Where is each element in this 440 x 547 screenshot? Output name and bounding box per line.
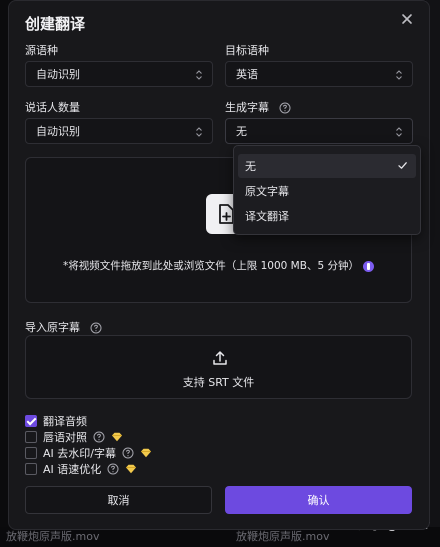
generate-subtitles-label: 生成字幕 [225,99,291,115]
dropdown-option-none[interactable]: 无 [238,154,416,178]
option-ai-speed-optimization[interactable]: AI 语速优化 [25,462,137,476]
info-icon[interactable] [362,260,374,272]
target-language-value: 英语 [236,68,258,81]
srt-upload-zone[interactable]: 支持 SRT 文件 [25,335,412,399]
generate-subtitles-select[interactable]: 无 [225,118,413,144]
check-icon [398,162,407,169]
dropdown-option-label: 无 [245,160,256,173]
background-file-name: 放鞭炮原声版.mov [6,530,100,543]
dialog-title: 创建翻译 [25,15,86,33]
chevron-updown-icon [396,127,402,137]
dropdown-option-label: 原文字幕 [245,185,289,198]
diamond-icon [140,448,151,458]
option-lip-sync[interactable]: 唇语对照 [25,430,123,444]
source-language-value: 自动识别 [36,68,80,81]
srt-upload-text: 支持 SRT 文件 [182,376,255,389]
option-label: 翻译音频 [43,415,87,428]
option-translate-audio[interactable]: 翻译音频 [25,414,87,428]
drop-zone-text: *将视频文件拖放到此处或浏览文件（上限 1000 MB、5 分钟） [26,258,411,273]
create-translation-dialog: 创建翻译 源语种 自动识别 目标语种 英语 说话人数量 自动识别 生成字幕 无 [8,0,430,530]
checkbox[interactable] [25,431,37,443]
question-circle-icon[interactable] [93,431,105,443]
diamond-icon [126,464,137,474]
drop-zone-instructions: *将视频文件拖放到此处或浏览文件（上限 1000 MB、5 分钟） [63,260,359,272]
chevron-updown-icon [196,127,202,137]
dropdown-option-source-subtitles[interactable]: 原文字幕 [238,179,416,203]
upload-icon [213,351,227,365]
target-language-label: 目标语种 [225,44,269,57]
confirm-button[interactable]: 确认 [225,486,412,514]
generate-subtitles-label-text: 生成字幕 [225,101,269,114]
speaker-count-value: 自动识别 [36,125,80,138]
question-circle-icon[interactable] [279,102,291,114]
question-circle-icon[interactable] [107,463,119,475]
option-label: AI 语速优化 [43,463,102,476]
chevron-updown-icon [396,70,402,80]
cancel-button[interactable]: 取消 [25,486,212,514]
close-icon[interactable] [399,11,415,27]
speaker-count-select[interactable]: 自动识别 [25,118,213,144]
diamond-icon [112,432,122,442]
checkbox[interactable] [25,463,37,475]
generate-subtitles-dropdown: 无 原文字幕 译文翻译 [233,145,421,235]
question-circle-icon[interactable] [122,447,134,459]
chevron-updown-icon [196,70,202,80]
import-subtitle-label-text: 导入原字幕 [25,321,80,334]
target-language-select[interactable]: 英语 [225,61,413,87]
question-circle-icon[interactable] [90,322,102,334]
dropdown-option-translated-subtitles[interactable]: 译文翻译 [238,204,416,228]
source-language-select[interactable]: 自动识别 [25,61,213,87]
option-label: 唇语对照 [43,431,87,444]
generate-subtitles-value: 无 [236,125,247,138]
option-ai-remove-watermark[interactable]: AI 去水印/字幕 [25,446,152,460]
background-file-name: 放鞭炮原声版.mov [236,530,330,543]
source-language-label: 源语种 [25,44,58,57]
checkbox[interactable] [25,447,37,459]
dropdown-option-label: 译文翻译 [245,210,289,223]
import-subtitle-label: 导入原字幕 [25,319,102,335]
speaker-count-label: 说话人数量 [25,101,80,114]
option-label: AI 去水印/字幕 [43,447,116,460]
checkbox[interactable] [25,415,37,427]
